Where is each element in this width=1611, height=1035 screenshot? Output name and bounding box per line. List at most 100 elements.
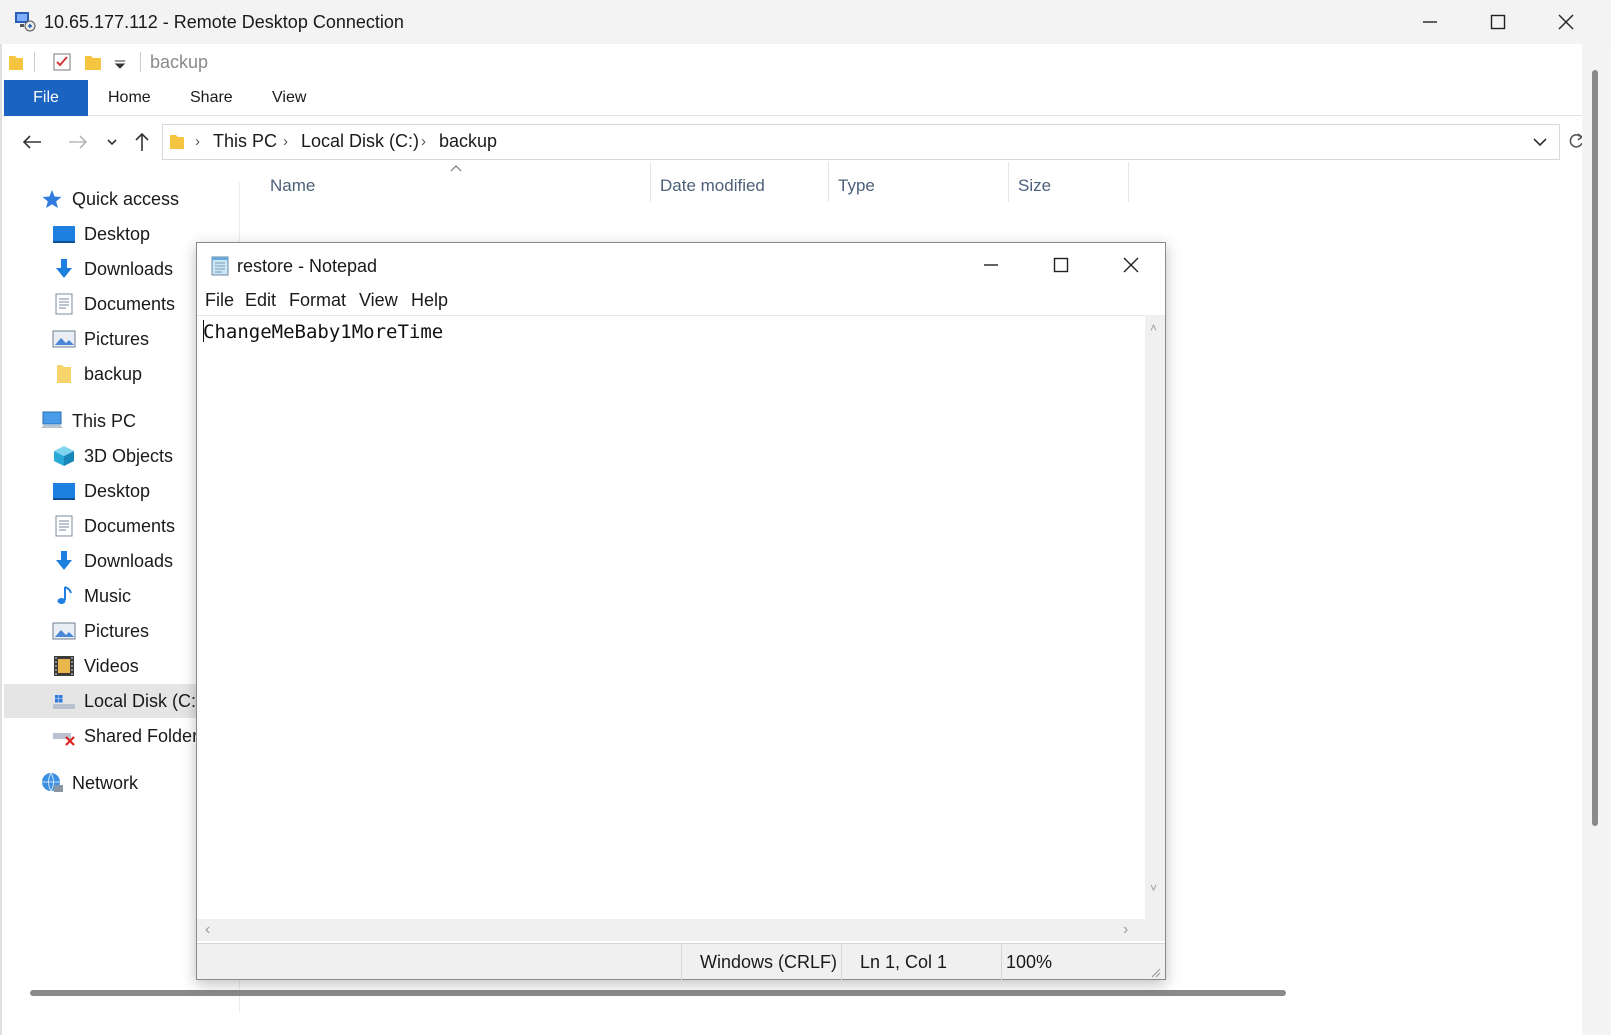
chevron-right-icon[interactable]: ›	[421, 133, 426, 150]
rdp-close-button[interactable]	[1532, 0, 1600, 44]
nav-pc-downloads[interactable]: Downloads	[52, 544, 173, 578]
nav-quick-downloads[interactable]: Downloads	[52, 252, 173, 286]
folder-icon	[170, 135, 184, 149]
menu-file[interactable]: File	[205, 290, 234, 311]
chevron-down-icon[interactable]	[1533, 137, 1547, 147]
nav-label: Quick access	[72, 188, 180, 209]
customize-toolbar-icon[interactable]	[114, 58, 126, 70]
folder-icon	[9, 56, 23, 70]
breadcrumb-this-pc[interactable]: This PC	[213, 131, 277, 152]
tab-home[interactable]: Home	[108, 80, 151, 116]
resize-grip-icon[interactable]	[1149, 966, 1161, 978]
tab-share[interactable]: Share	[190, 80, 233, 116]
chevron-right-icon[interactable]: ›	[195, 133, 200, 150]
recent-locations-button[interactable]	[96, 126, 128, 158]
documents-icon	[55, 293, 73, 315]
notepad-titlebar: restore - Notepad	[197, 243, 1165, 287]
nav-pc-videos[interactable]: Videos	[52, 649, 139, 683]
maximize-icon	[1490, 14, 1506, 30]
nav-quick-desktop[interactable]: Desktop	[52, 217, 150, 251]
breadcrumb-local-disk[interactable]: Local Disk (C:)	[301, 131, 419, 152]
nav-pc-pictures[interactable]: Pictures	[52, 614, 149, 648]
notepad-menu-bar: File Edit Format View Help	[197, 287, 1165, 315]
notepad-window: restore - Notepad File Edit Format View …	[196, 242, 1166, 980]
scroll-right-icon[interactable]: ›	[1123, 921, 1128, 939]
network-drive-disconnected-icon	[53, 733, 75, 746]
rdp-maximize-button[interactable]	[1464, 0, 1532, 44]
sort-ascending-icon	[450, 165, 462, 172]
up-button[interactable]	[126, 126, 158, 158]
drive-icon	[53, 695, 75, 709]
rdp-minimize-button[interactable]	[1396, 0, 1464, 44]
nav-quick-access[interactable]: Quick access	[40, 182, 179, 216]
nav-label: Network	[72, 772, 139, 793]
tab-file[interactable]: File	[4, 80, 88, 116]
notepad-horizontal-scrollbar[interactable]: ‹ ›	[197, 919, 1145, 941]
rdp-window-title: 10.65.177.112 - Remote Desktop Connectio…	[44, 12, 404, 32]
notepad-minimize-button[interactable]	[957, 243, 1025, 287]
forward-button[interactable]	[62, 126, 94, 158]
new-folder-icon[interactable]	[84, 52, 102, 72]
column-divider[interactable]	[1008, 162, 1009, 202]
properties-icon[interactable]	[52, 52, 72, 72]
download-arrow-icon	[56, 259, 72, 278]
nav-shared-folders[interactable]: Shared Folders	[52, 719, 207, 753]
notepad-maximize-button[interactable]	[1027, 243, 1095, 287]
menu-help[interactable]: Help	[411, 290, 448, 311]
menu-view[interactable]: View	[359, 290, 398, 311]
back-button[interactable]	[16, 126, 48, 158]
divider	[34, 52, 35, 72]
chevron-right-icon[interactable]: ›	[283, 133, 288, 150]
scroll-down-icon[interactable]: ˅	[1150, 881, 1157, 895]
nav-3d-objects[interactable]: 3D Objects	[52, 439, 173, 473]
tab-view[interactable]: View	[272, 80, 306, 116]
nav-pc-music[interactable]: Music	[52, 579, 131, 613]
nav-this-pc[interactable]: This PC	[40, 404, 136, 438]
column-divider[interactable]	[650, 162, 651, 202]
arrow-right-icon	[69, 135, 88, 149]
column-size[interactable]: Size	[1018, 176, 1051, 196]
divider	[140, 52, 141, 72]
pictures-icon	[52, 622, 76, 640]
notepad-text-area[interactable]: ChangeMeBaby1MoreTime	[197, 315, 1145, 919]
notepad-window-title: restore - Notepad	[237, 256, 378, 276]
nav-pc-desktop[interactable]: Desktop	[52, 474, 150, 508]
minimize-icon	[984, 264, 998, 266]
nav-label: Documents	[84, 515, 176, 536]
notepad-vertical-scrollbar[interactable]: ˄ ˅	[1145, 315, 1165, 919]
status-zoom: 100%	[1001, 944, 1165, 980]
documents-icon	[55, 515, 73, 537]
horizontal-scrollbar[interactable]	[30, 990, 1286, 996]
notepad-close-button[interactable]	[1097, 243, 1165, 287]
maximize-icon	[1053, 257, 1069, 273]
nav-pc-documents[interactable]: Documents	[52, 509, 175, 543]
nav-network[interactable]: Network	[40, 766, 138, 800]
scroll-left-icon[interactable]: ‹	[205, 921, 210, 939]
nav-quick-backup[interactable]: backup	[52, 357, 142, 391]
vertical-scrollbar[interactable]	[1592, 70, 1598, 826]
column-divider[interactable]	[1128, 162, 1129, 202]
column-name[interactable]: Name	[270, 176, 315, 196]
nav-quick-documents[interactable]: Documents	[52, 287, 175, 321]
notepad-content: ChangeMeBaby1MoreTime	[203, 321, 444, 343]
scroll-up-icon[interactable]: ˄	[1150, 321, 1157, 335]
nav-label: Shared Folders	[84, 725, 208, 746]
menu-format[interactable]: Format	[289, 290, 346, 311]
folder-icon	[57, 365, 71, 383]
nav-label: Desktop	[84, 480, 151, 501]
nav-quick-pictures[interactable]: Pictures	[52, 322, 149, 356]
status-line-ending: Windows (CRLF)	[681, 944, 841, 980]
column-type[interactable]: Type	[838, 176, 875, 196]
menu-edit[interactable]: Edit	[245, 290, 276, 311]
nav-label: Pictures	[84, 620, 150, 641]
column-divider[interactable]	[828, 162, 829, 202]
breadcrumb-backup[interactable]: backup	[439, 131, 497, 152]
column-date-modified[interactable]: Date modified	[660, 176, 765, 196]
address-bar[interactable]: › This PC › Local Disk (C:) › backup	[162, 124, 1560, 160]
nav-label: Local Disk (C:)	[84, 690, 203, 711]
desktop-icon	[53, 226, 75, 243]
file-list-header: Name Date modified Type Size	[240, 162, 1130, 202]
film-icon	[54, 656, 74, 676]
notepad-icon	[211, 256, 229, 276]
music-note-icon	[57, 586, 72, 604]
